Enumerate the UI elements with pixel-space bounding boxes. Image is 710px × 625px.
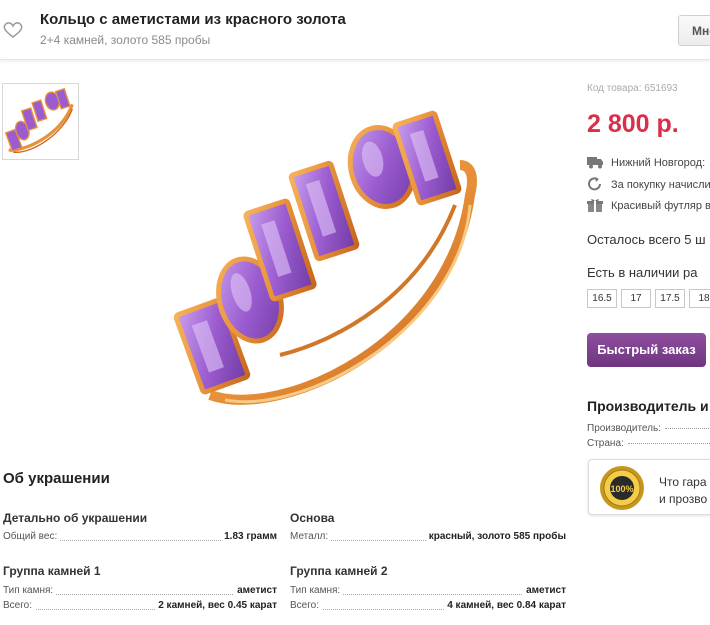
spec-value: 1.83 грамм xyxy=(221,531,277,542)
spec-key: Тип камня: xyxy=(3,585,57,596)
seal-text: 100% xyxy=(610,484,633,494)
maker-section-title: Производитель и xyxy=(587,398,709,414)
more-button[interactable]: Мно xyxy=(678,15,710,46)
about-section-title: Об украшении xyxy=(3,470,110,487)
spec-value: красный, золото 585 пробы xyxy=(425,531,566,542)
refresh-icon xyxy=(588,177,601,191)
gift-icon xyxy=(587,199,603,212)
stock-count: Осталось всего 5 ш xyxy=(587,232,706,247)
size-option[interactable]: 18 xyxy=(689,289,710,308)
spec-row: Тип камня: аметист xyxy=(3,585,277,599)
page-subtitle: 2+4 камней, золото 585 пробы xyxy=(40,33,211,47)
ring-thumbnail-image xyxy=(4,87,74,153)
spec-key: Общий вес: xyxy=(3,531,61,542)
heart-icon[interactable] xyxy=(3,21,23,39)
spec-row: Общий вес: 1.83 грамм xyxy=(3,531,277,545)
quick-order-button[interactable]: Быстрый заказ xyxy=(587,333,706,367)
spec-value: аметист xyxy=(523,585,566,596)
product-thumbnail[interactable] xyxy=(2,83,79,160)
product-price: 2 800 р. xyxy=(587,110,679,138)
size-option[interactable]: 17.5 xyxy=(655,289,685,308)
product-header: Кольцо с аметистами из красного золота 2… xyxy=(0,0,710,60)
maker-field: Производитель: xyxy=(587,423,710,434)
bonus-text: За покупку начисли xyxy=(611,179,710,191)
guarantee-box[interactable]: 100% Что гара и прозво xyxy=(588,459,710,515)
guarantee-text: Что гара и прозво xyxy=(659,474,707,508)
truck-icon xyxy=(587,157,603,169)
spec-key: Всего: xyxy=(3,600,35,611)
delivery-text: Нижний Новгород: xyxy=(611,157,706,169)
spec-key: Тип камня: xyxy=(290,585,344,596)
guarantee-line: Что гара xyxy=(659,475,707,489)
spec-row: Тип камня: аметист xyxy=(290,585,566,599)
maker-field-label: Производитель: xyxy=(587,423,661,434)
spec-row: Металл: красный, золото 585 пробы xyxy=(290,531,566,545)
size-list: 16.5 17 17.5 18 xyxy=(587,289,710,309)
country-field: Страна: xyxy=(587,438,710,449)
spec-key: Всего: xyxy=(290,600,322,611)
spec-key: Металл: xyxy=(290,531,332,542)
stones-group-2-title: Группа камней 2 xyxy=(290,564,388,578)
product-sku: Код товара: 651693 xyxy=(587,83,678,94)
product-main-image[interactable] xyxy=(170,95,490,425)
spec-value: 2 камней, вес 0.45 карат xyxy=(155,600,277,611)
guarantee-seal-icon: 100% xyxy=(600,466,644,510)
spec-row: Всего: 4 камней, вес 0.84 карат xyxy=(290,600,566,614)
spec-value: 4 камней, вес 0.84 карат xyxy=(444,600,566,611)
page-title: Кольцо с аметистами из красного золота xyxy=(40,11,346,28)
base-block-title: Основа xyxy=(290,511,335,525)
guarantee-line: и прозво xyxy=(659,492,708,506)
details-block-title: Детально об украшении xyxy=(3,511,148,525)
availability-label: Есть в наличии ра xyxy=(587,265,698,280)
spec-value: аметист xyxy=(234,585,277,596)
spec-row: Всего: 2 камней, вес 0.45 карат xyxy=(3,600,277,614)
size-option[interactable]: 16.5 xyxy=(587,289,617,308)
gift-text: Красивый футляр в xyxy=(611,200,710,212)
country-field-label: Страна: xyxy=(587,438,624,449)
size-option[interactable]: 17 xyxy=(621,289,651,308)
stones-group-1-title: Группа камней 1 xyxy=(3,564,101,578)
